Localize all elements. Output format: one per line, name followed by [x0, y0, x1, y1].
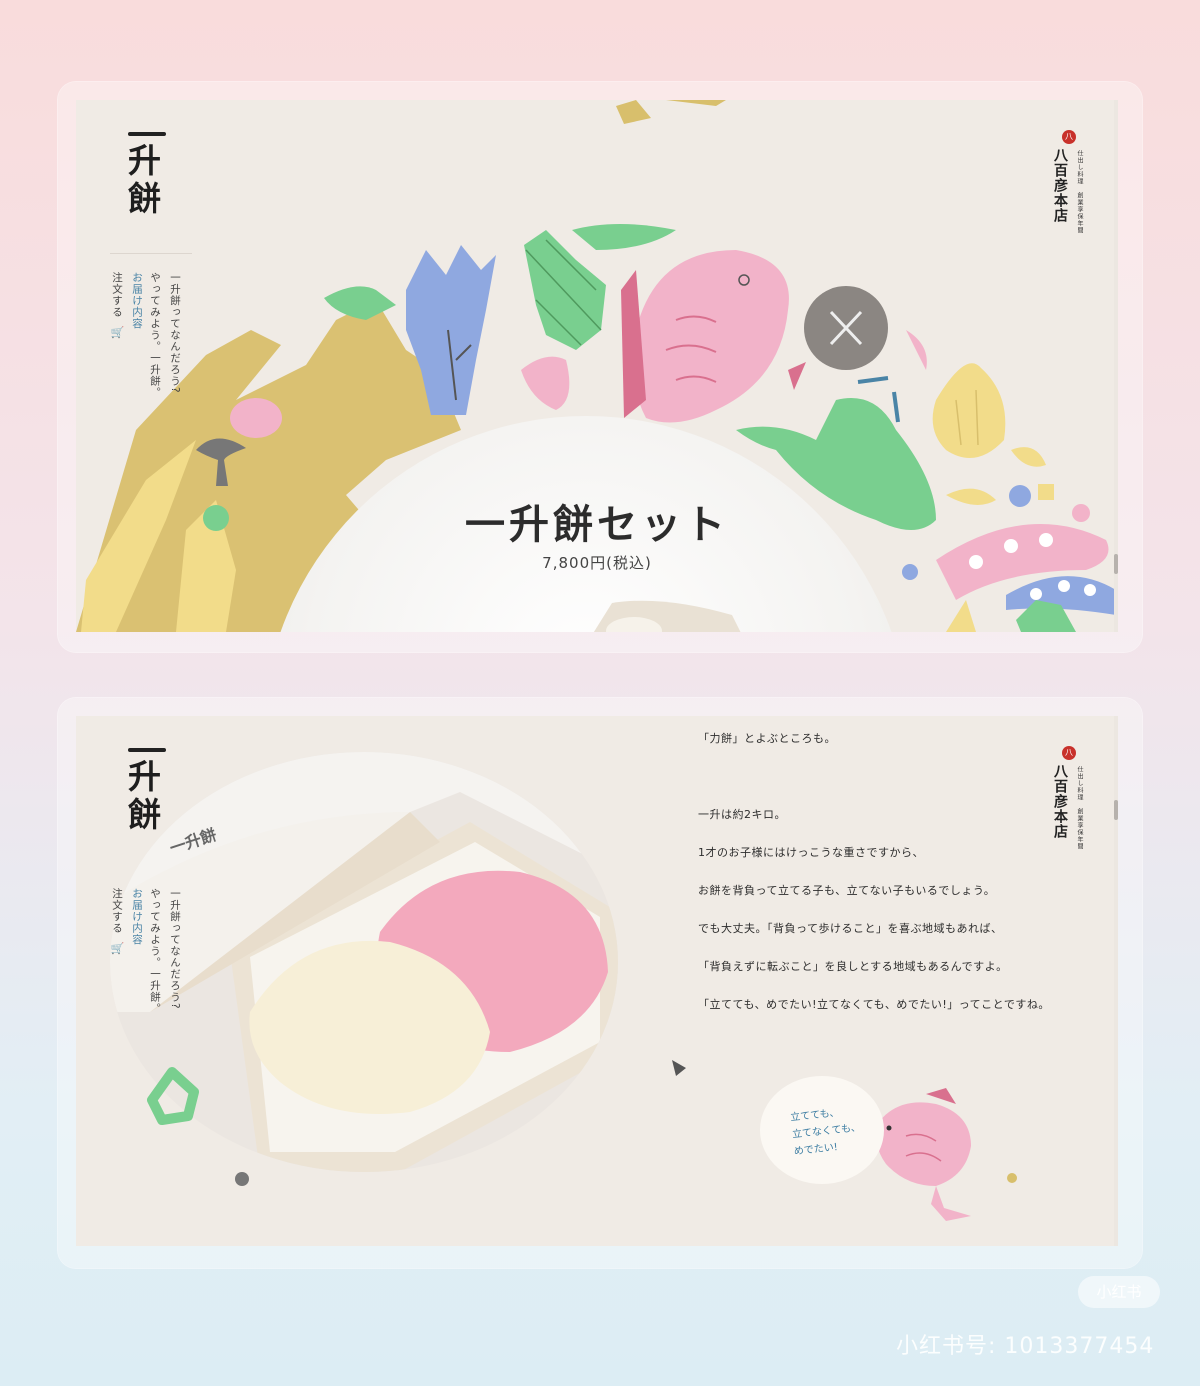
scrollbar-thumb[interactable] [1114, 800, 1118, 820]
logo-char-2: 餅 [128, 179, 161, 218]
logo-char-2: 餅 [128, 795, 161, 834]
scrollbar-thumb[interactable] [1114, 554, 1118, 574]
nav-try-link[interactable]: やってみよう。一升餅。 [148, 272, 162, 399]
brand-logo[interactable]: 八 八百彦本店 仕出し料理 創業享保年間 [1044, 130, 1084, 240]
story-line-5: でも大丈夫。「背負って歩けること」を喜ぶ地域もあれば、 [698, 922, 1003, 935]
brand-name: 八百彦本店 [1052, 764, 1068, 839]
hero-price: 7,800円(税込) [542, 554, 652, 572]
story-line-3: 1才のお子様にはけっこうな重さですから、 [698, 846, 924, 859]
cart-icon: 🛒 [111, 942, 124, 957]
mochi-box-illustration: 一升餅 [110, 752, 618, 1172]
story-line-1: 「力餅」とよぶところも。 [698, 732, 836, 745]
nav-about-link[interactable]: 一升餅ってなんだろう? [168, 272, 182, 394]
logo-bar [128, 748, 166, 752]
site-logo[interactable]: 升 餅 [128, 132, 170, 218]
mochi-box-preview [593, 600, 741, 632]
nav-contents-link[interactable]: お届け内容 [130, 888, 144, 946]
nav-try-link[interactable]: やってみよう。一升餅。 [148, 888, 162, 1015]
mochi-box-photo: 一升餅 [110, 752, 618, 1172]
logo-char-1: 升 [128, 757, 161, 796]
nav-order-link[interactable]: 注文する 🛒 [110, 272, 124, 341]
cart-icon: 🛒 [111, 326, 124, 341]
page-scrollbar[interactable] [1114, 100, 1118, 632]
logo-bar [128, 132, 166, 136]
nav-about-link[interactable]: 一升餅ってなんだろう? [168, 888, 182, 1010]
watermark-id: 小红书号: 1013377454 [896, 1334, 1155, 1359]
hero-title: 一升餅セット [465, 502, 729, 548]
story-line-4: お餅を背負って立てる子も、立てない子もいるでしょう。 [698, 884, 996, 897]
nav-contents-link[interactable]: お届け内容 [130, 272, 144, 330]
screenshot-frame-bottom: 一升餅 立てても、 立てなくても、 めでたい! 「力餅」とよぶところも。 一升は… [58, 698, 1142, 1268]
brand-subtitle: 仕出し料理 創業享保年間 [1076, 150, 1083, 234]
page-scrollbar[interactable] [1114, 716, 1118, 1246]
story-line-7: 「立てても、めでたい!立てなくても、めでたい!」ってことですね。 [698, 998, 1050, 1011]
nav-order-link[interactable]: 注文する 🛒 [110, 888, 124, 957]
brand-seal-icon: 八 [1062, 130, 1076, 144]
brand-subtitle: 仕出し料理 創業享保年間 [1076, 766, 1083, 850]
site-logo[interactable]: 升 餅 [128, 748, 170, 834]
brand-name: 八百彦本店 [1052, 148, 1068, 223]
hero-page: 一升餅セット 7,800円(税込) 升 餅 一升餅ってなんだろう? やってみよう… [76, 100, 1118, 632]
story-page: 一升餅 立てても、 立てなくても、 めでたい! 「力餅」とよぶところも。 一升は… [76, 716, 1118, 1246]
logo-char-1: 升 [128, 141, 161, 180]
nav-order-label: 注文する [111, 272, 123, 318]
story-line-2: 一升は約2キロ。 [698, 808, 786, 821]
speech-bubble-text: 立てても、 立てなくても、 めでたい! [790, 1103, 864, 1161]
watermark-badge: 小红书 [1078, 1276, 1160, 1308]
brand-logo[interactable]: 八 八百彦本店 仕出し料理 創業享保年間 [1044, 746, 1084, 856]
nav-order-label: 注文する [111, 888, 123, 934]
brand-seal-icon: 八 [1062, 746, 1076, 760]
screenshot-frame-top: 一升餅セット 7,800円(税込) 升 餅 一升餅ってなんだろう? やってみよう… [58, 82, 1142, 652]
story-line-6: 「背負えずに転ぶこと」を良しとする地域もあるんですよ。 [698, 960, 1008, 973]
sidebar-divider [110, 253, 192, 254]
